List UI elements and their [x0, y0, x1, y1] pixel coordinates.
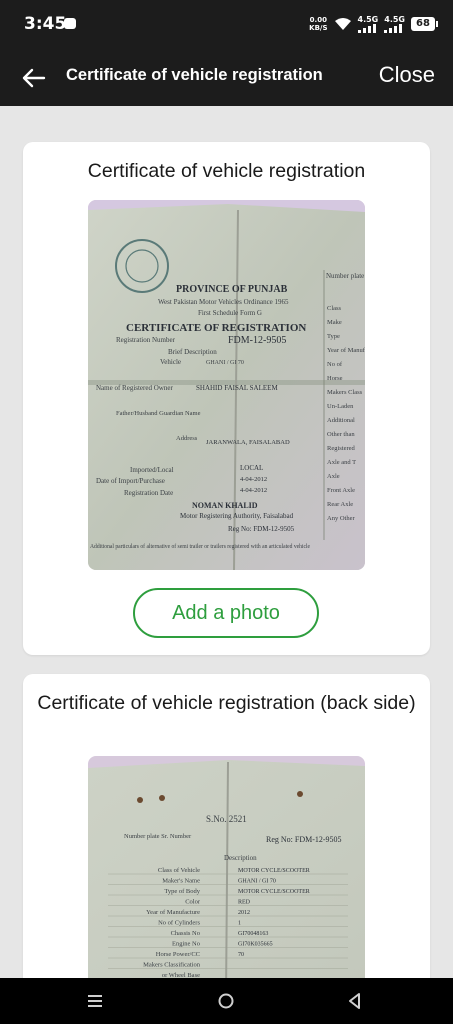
network-speed: 0.00 KB/S	[309, 16, 327, 32]
front-document-photo[interactable]: PROVINCE OF PUNJAB West Pakistan Motor V…	[88, 200, 365, 570]
photo-text-province: PROVINCE OF PUNJAB	[176, 284, 288, 295]
photo-right-col-item: Axle and T	[327, 459, 356, 466]
status-time: 3:45	[24, 14, 67, 34]
back-row-label: Horse Power/CC	[156, 951, 200, 958]
back-document-photo[interactable]: S.No. 2521 Reg No: FDM-12-9505 Number pl…	[88, 756, 365, 978]
photo-right-col-item: Front Axle	[327, 487, 355, 494]
photo-text-officer: NOMAN KHALID	[192, 501, 258, 510]
signal-label-2: 4.5G	[384, 14, 405, 24]
photo-text-imported-value: LOCAL	[240, 464, 263, 472]
signal-label-1: 4.5G	[357, 14, 379, 24]
home-icon[interactable]	[217, 992, 235, 1010]
photo-right-col-item: Other than	[327, 431, 355, 438]
photo-text-import-date-value: 4-04-2012	[240, 476, 267, 483]
photo-text-number-plate: Number plate	[326, 272, 364, 280]
back-row-label: Color	[185, 899, 201, 906]
status-icons: 0.00 KB/S 4.5G 4.5G 68	[309, 14, 438, 34]
back-row-label: Year of Manufacture	[146, 909, 200, 916]
photo-text-reg-date-label: Registration Date	[124, 489, 173, 497]
back-photo-serial: S.No. 2521	[206, 814, 247, 824]
back-row-value: GI70K035665	[238, 942, 273, 948]
back-row-label: Type of Body	[164, 888, 200, 895]
photo-text-brief-desc: Brief Description	[168, 348, 217, 356]
photo-text-reg-number: FDM-12-9505	[228, 335, 286, 346]
back-row-label: Engine No	[172, 941, 200, 948]
photo-right-col-item: Type	[327, 333, 340, 340]
photo-text-address-label: Address	[176, 435, 198, 442]
photo-text-schedule: First Schedule Form G	[198, 309, 262, 317]
photo-text-vehicle-label: Vehicle	[160, 358, 181, 366]
back-row-value: 2012	[238, 910, 250, 916]
back-document-card: Certificate of vehicle registration (bac…	[23, 674, 430, 978]
photo-right-col-item: Rear Axle	[327, 501, 353, 508]
front-document-card: Certificate of vehicle registration PROV…	[23, 142, 430, 655]
back-row-value: MOTOR CYCLE/SCOOTER	[238, 868, 310, 874]
photo-right-col-item: Registered	[327, 445, 356, 452]
network-speed-unit: KB/S	[309, 24, 328, 32]
back-row-value: RED	[238, 900, 251, 906]
signal-bars-icon	[384, 23, 403, 33]
photo-text-ordinance: West Pakistan Motor Vehicles Ordinance 1…	[158, 298, 289, 306]
front-card-title: Certificate of vehicle registration	[87, 160, 366, 182]
photo-text-vehicle-value: GHANI / GI 70	[206, 360, 244, 366]
camera-notification-icon	[64, 18, 76, 29]
back-row-label: Makers Classification	[143, 962, 201, 969]
wifi-icon	[334, 18, 351, 30]
back-photo-description: Description	[224, 854, 257, 862]
photo-text-additional: Additional particulars of alternative of…	[90, 543, 310, 550]
back-photo-reg-no: Reg No: FDM-12-9505	[266, 835, 342, 844]
photo-text-owner-label: Name of Registered Owner	[96, 384, 173, 392]
app-bar: Certificate of vehicle registration Clos…	[0, 52, 453, 106]
back-card-title: Certificate of vehicle registration (bac…	[37, 692, 416, 714]
front-document-image: PROVINCE OF PUNJAB West Pakistan Motor V…	[88, 200, 365, 570]
close-button[interactable]: Close	[379, 62, 435, 88]
signal-bars-icon	[357, 23, 376, 33]
menu-icon[interactable]	[86, 992, 104, 1010]
back-row-value: 70	[238, 952, 244, 958]
back-row-value: 1	[238, 921, 241, 927]
back-row-label: No of Cylinders	[158, 920, 200, 927]
photo-right-col-item: Year of Manufacture	[327, 347, 365, 354]
back-triangle-icon[interactable]	[346, 992, 364, 1010]
network-speed-value: 0.00	[309, 16, 327, 24]
photo-text-import-date-label: Date of Import/Purchase	[96, 477, 165, 485]
arrow-left-icon	[22, 68, 46, 88]
photo-right-col-item: Horse	[327, 375, 343, 382]
signal-strength-2: 4.5G	[384, 14, 405, 33]
photo-right-col-item: Class	[327, 305, 342, 312]
photo-text-owner-value: SHAHID FAISAL SALEEM	[196, 384, 278, 392]
photo-text-authority: Motor Registering Authority, Faisalabad	[180, 512, 294, 520]
back-document-image: S.No. 2521 Reg No: FDM-12-9505 Number pl…	[88, 756, 365, 978]
back-row-label: Class of Vehicle	[158, 867, 200, 874]
photo-right-col-item: Make	[327, 319, 342, 326]
back-photo-number-plate: Number plate Sr. Number	[124, 833, 192, 840]
photo-right-col-item: Un-Laden	[327, 403, 354, 410]
photo-right-col-item: Any Other	[327, 515, 355, 522]
back-row-label: Maker's Name	[162, 878, 200, 885]
status-bar: 3:45 0.00 KB/S 4.5G 4.5G 68	[0, 0, 453, 52]
content-scroll-area[interactable]: Certificate of vehicle registration PROV…	[0, 106, 453, 978]
photo-text-guardian-label: Father/Husband Guardian Name	[116, 410, 201, 417]
back-row-value: GHANI / GI 70	[238, 879, 276, 885]
photo-text-imported-label: Imported/Local	[130, 466, 174, 474]
back-row-label: Chassis No	[171, 930, 200, 937]
back-row-value: MOTOR CYCLE/SCOOTER	[238, 889, 310, 895]
back-row-value: GI70048163	[238, 931, 268, 937]
photo-text-reg-no-footer: Reg No: FDM-12-9505	[228, 525, 295, 533]
battery-icon: 68	[411, 17, 438, 31]
photo-text-reg-number-label: Registration Number	[116, 336, 176, 344]
photo-right-col-item: Makers Class	[327, 389, 363, 396]
photo-text-certificate: CERTIFICATE OF REGISTRATION	[126, 322, 306, 334]
add-photo-button[interactable]: Add a photo	[133, 588, 319, 638]
page-title: Certificate of vehicle registration	[66, 66, 323, 84]
back-button[interactable]	[18, 62, 50, 94]
photo-right-col-item: No of	[327, 361, 343, 368]
photo-text-address-value: JARANWALA, FAISALABAD	[206, 439, 290, 446]
photo-right-col-item: Additional	[327, 417, 355, 424]
photo-right-col-item: Axle	[327, 473, 340, 480]
system-nav-bar	[0, 978, 453, 1024]
signal-strength-1: 4.5G	[357, 14, 379, 33]
photo-text-reg-date-value: 4-04-2012	[240, 487, 267, 494]
